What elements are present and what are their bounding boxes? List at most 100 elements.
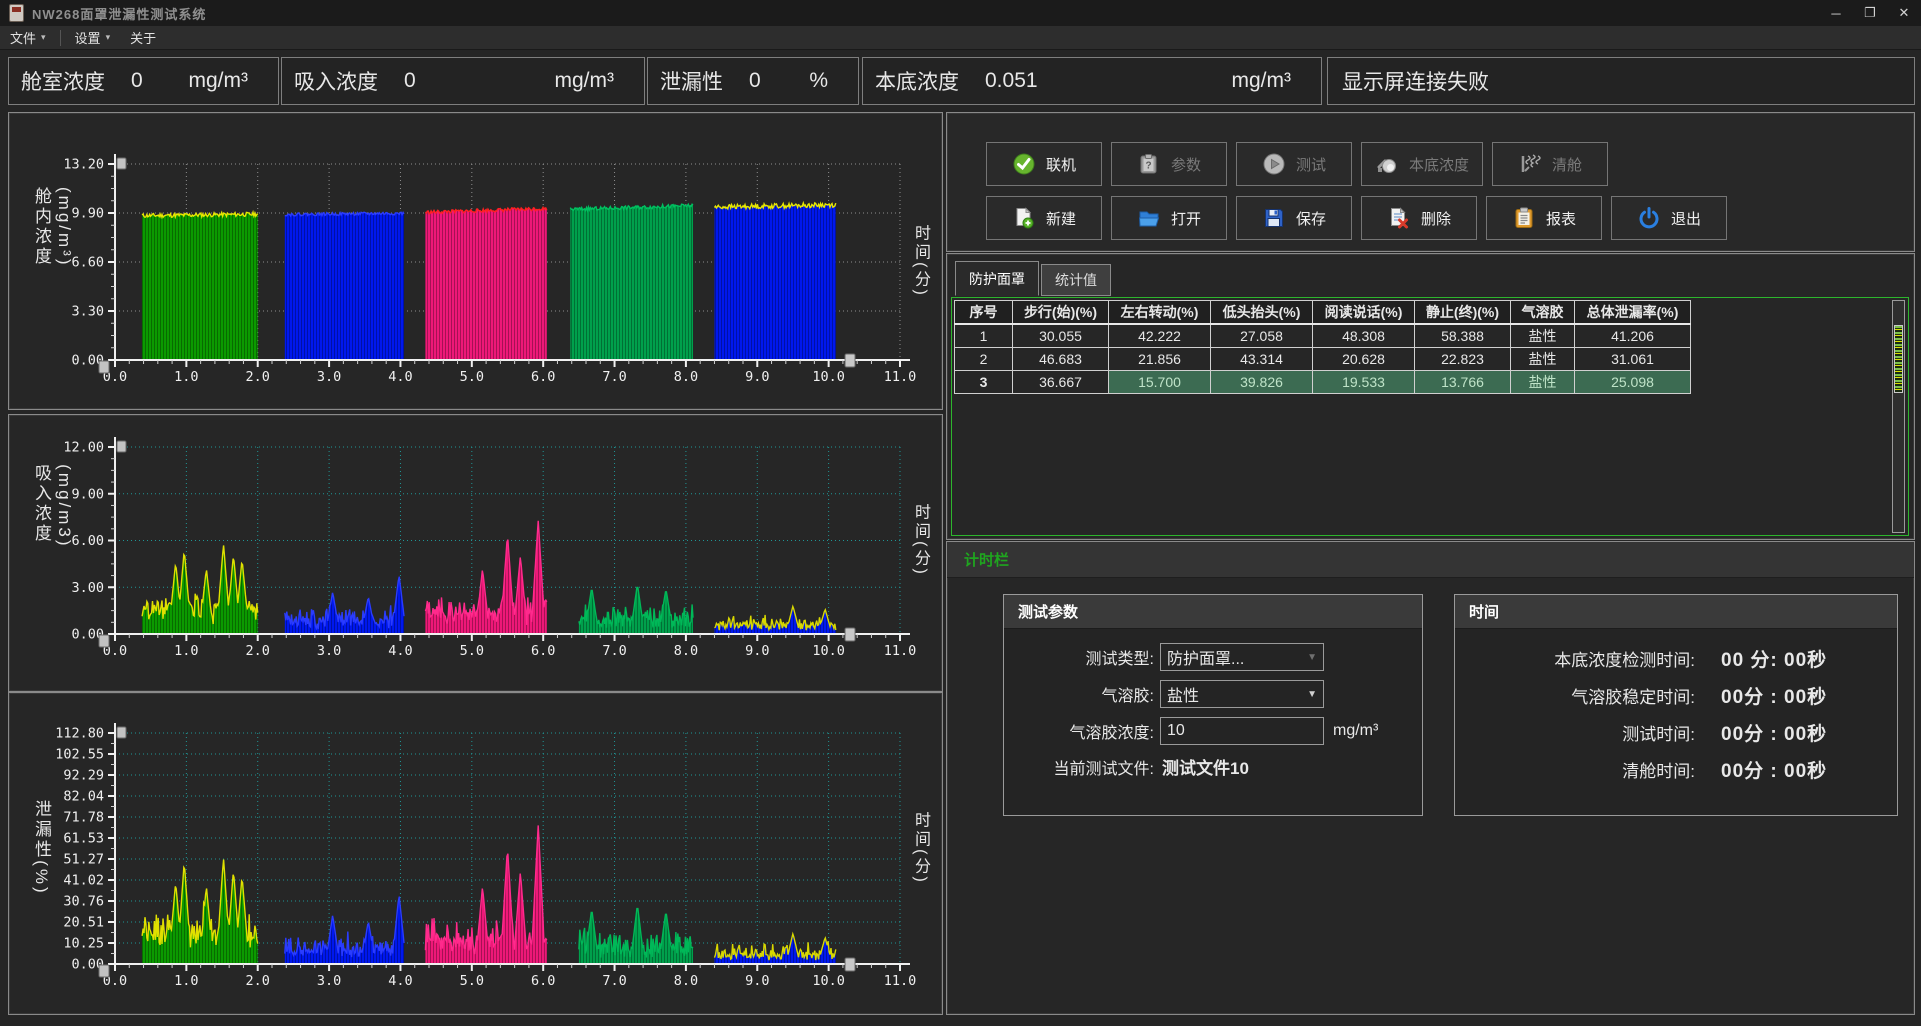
svg-text:5.0: 5.0 <box>460 369 484 385</box>
table-cell[interactable]: 1 <box>955 324 1013 348</box>
test-params-header: 测试参数 <box>1004 595 1422 629</box>
svg-text:12.00: 12.00 <box>63 440 104 456</box>
table-header-row: 序号步行(始)(%)左右转动(%)低头抬头(%)阅读说话(%)静止(终)(%)气… <box>955 301 1691 325</box>
column-header: 序号 <box>955 301 1013 325</box>
check-circle-icon <box>1012 152 1036 176</box>
table-cell[interactable]: 43.314 <box>1211 348 1313 371</box>
save-button[interactable]: 保存 <box>1236 196 1352 240</box>
inhaled-concentration-chart: 0.01.02.03.04.05.06.07.08.09.010.011.012… <box>8 414 943 692</box>
close-button[interactable]: ✕ <box>1887 0 1921 26</box>
column-header: 气溶胶 <box>1511 301 1575 325</box>
purge-button[interactable]: 清舱 <box>1492 142 1608 186</box>
menu-settings[interactable]: 设置 ▾ <box>65 26 121 49</box>
menu-about[interactable]: 关于 <box>120 26 166 49</box>
background-concentration-label: 本底浓度 <box>863 66 959 96</box>
purge-time-value: 00分 : 00秒 <box>1721 756 1827 783</box>
table-cell[interactable]: 21.856 <box>1109 348 1211 371</box>
background-concentration-value: 0.051 <box>959 69 1232 93</box>
cabin-concentration-chart: 0.01.02.03.04.05.06.07.08.09.010.011.013… <box>8 112 943 410</box>
maximize-button[interactable]: ❐ <box>1853 0 1887 26</box>
table-cell[interactable]: 48.308 <box>1313 324 1415 348</box>
connect-button[interactable]: 联机 <box>986 142 1102 186</box>
inhaled-concentration-box: 吸入浓度 0 mg/m³ <box>281 57 645 105</box>
delete-button-label: 删除 <box>1421 208 1451 229</box>
time-header: 时间 <box>1455 595 1897 629</box>
new-button[interactable]: 新建 <box>986 196 1102 240</box>
table-cell[interactable]: 46.683 <box>1013 348 1109 371</box>
table-cell[interactable]: 30.055 <box>1013 324 1109 348</box>
params-button[interactable]: ?参数 <box>1111 142 1227 186</box>
table-cell[interactable]: 13.766 <box>1415 371 1511 394</box>
minimize-button[interactable]: ─ <box>1819 0 1853 26</box>
svg-text:3.30: 3.30 <box>71 304 104 320</box>
svg-text:11.0: 11.0 <box>884 643 917 659</box>
table-cell[interactable]: 27.058 <box>1211 324 1313 348</box>
display-status-box: 显示屏连接失败 <box>1327 57 1915 105</box>
table-cell[interactable]: 41.206 <box>1575 324 1691 348</box>
time-axis-label: 时间(分) <box>908 811 932 885</box>
menu-file[interactable]: 文件 ▾ <box>0 26 56 49</box>
table-cell[interactable]: 15.700 <box>1109 371 1211 394</box>
report-button[interactable]: 报表 <box>1486 196 1602 240</box>
svg-text:2.0: 2.0 <box>246 973 270 989</box>
aerosol-value: 盐性 <box>1167 682 1199 706</box>
svg-text:7.0: 7.0 <box>602 643 626 659</box>
menu-file-label: 文件 <box>10 28 36 47</box>
table-scrollbar-thumb[interactable] <box>1894 325 1903 393</box>
time-title: 时间 <box>1469 601 1499 622</box>
svg-text:6.0: 6.0 <box>531 643 555 659</box>
new-button-label: 新建 <box>1046 208 1076 229</box>
test-type-value: 防护面罩... <box>1167 645 1244 669</box>
table-cell[interactable]: 58.388 <box>1415 324 1511 348</box>
open-button[interactable]: 打开 <box>1111 196 1227 240</box>
table-cell[interactable]: 31.061 <box>1575 348 1691 371</box>
current-test-file-label: 当前测试文件: <box>1004 755 1154 779</box>
svg-text:1.0: 1.0 <box>174 369 198 385</box>
purge-button-label: 清舱 <box>1552 154 1582 175</box>
aerosol-concentration-label: 气溶胶浓度: <box>1004 719 1154 743</box>
table-cell[interactable]: 2 <box>955 348 1013 371</box>
timer-group-header: 计时栏 <box>947 542 1914 578</box>
purge-time-label: 清舱时间: <box>1455 757 1695 782</box>
svg-text:10.0: 10.0 <box>812 369 845 385</box>
save-button-label: 保存 <box>1296 208 1326 229</box>
test-button[interactable]: 测试 <box>1236 142 1352 186</box>
chevron-down-icon: ▼ <box>1307 689 1317 700</box>
connect-button-label: 联机 <box>1046 154 1076 175</box>
table-cell[interactable]: 19.533 <box>1313 371 1415 394</box>
leakage-value: 0 <box>723 69 809 93</box>
exit-button[interactable]: 退出 <box>1611 196 1727 240</box>
test-type-row: 测试类型:防护面罩...▼ <box>1004 643 1422 671</box>
svg-text:9.0: 9.0 <box>745 643 769 659</box>
aerosol-concentration-input[interactable]: 10 <box>1160 717 1324 745</box>
svg-text:4.0: 4.0 <box>388 369 412 385</box>
table-cell[interactable]: 22.823 <box>1415 348 1511 371</box>
table-cell[interactable]: 盐性 <box>1511 348 1575 371</box>
aerosol-label: 气溶胶: <box>1004 682 1154 706</box>
table-scrollbar[interactable] <box>1892 300 1905 533</box>
svg-text:9.00: 9.00 <box>71 486 104 502</box>
inhaled-concentration-y-axis-label: 吸入浓度(mg/m3) <box>29 464 74 616</box>
table-cell[interactable]: 盐性 <box>1511 371 1575 394</box>
aerosol-select[interactable]: 盐性 ▼ <box>1160 680 1324 708</box>
leakage-label: 泄漏性 <box>648 66 723 96</box>
table-cell[interactable]: 25.098 <box>1575 371 1691 394</box>
table-cell[interactable]: 20.628 <box>1313 348 1415 371</box>
table-row[interactable]: 130.05542.22227.05848.30858.388盐性41.206 <box>955 324 1691 348</box>
table-row[interactable]: 336.66715.70039.82619.53313.766盐性25.098 <box>955 371 1691 394</box>
background-concentration-button[interactable]: 本底浓度 <box>1361 142 1483 186</box>
table-row[interactable]: 246.68321.85643.31420.62822.823盐性31.061 <box>955 348 1691 371</box>
test-type-label: 测试类型: <box>1004 645 1154 669</box>
leakage-y-axis-label: 泄漏性(%) <box>29 800 54 895</box>
test-type-select[interactable]: 防护面罩...▼ <box>1160 643 1324 671</box>
table-cell[interactable]: 盐性 <box>1511 324 1575 348</box>
tab-statistics[interactable]: 统计值 <box>1041 264 1111 296</box>
delete-button[interactable]: 删除 <box>1361 196 1477 240</box>
test-time-row: 测试时间:00分 : 00秒 <box>1455 719 1897 746</box>
table-cell[interactable]: 36.667 <box>1013 371 1109 394</box>
tab-protective-mask[interactable]: 防护面罩 <box>955 261 1039 296</box>
table-cell[interactable]: 3 <box>955 371 1013 394</box>
table-cell[interactable]: 39.826 <box>1211 371 1313 394</box>
table-cell[interactable]: 42.222 <box>1109 324 1211 348</box>
aerosol-concentration-unit: mg/m³ <box>1333 722 1378 740</box>
